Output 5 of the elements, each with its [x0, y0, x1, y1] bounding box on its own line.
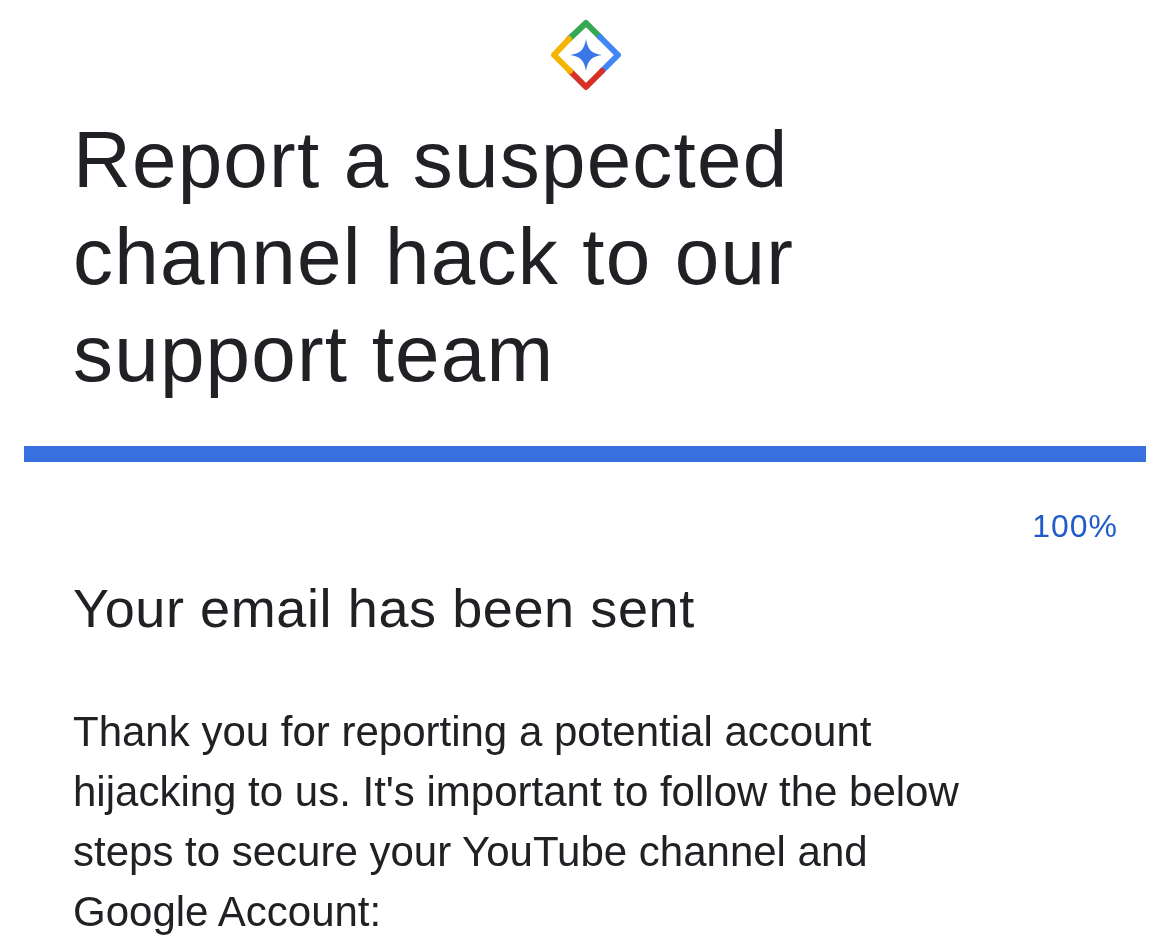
diamond-sparkle-logo-icon [549, 19, 622, 91]
confirmation-heading: Your email has been sent [73, 578, 696, 638]
page-title: Report a suspected channel hack to our support team [73, 114, 796, 400]
confirmation-message: Thank you for reporting a potential account hijacking to us. It's important to follow the below steps to secure your YouTube channel and Google Account: [73, 707, 960, 937]
progress-percentage: 100% [1032, 508, 1118, 544]
